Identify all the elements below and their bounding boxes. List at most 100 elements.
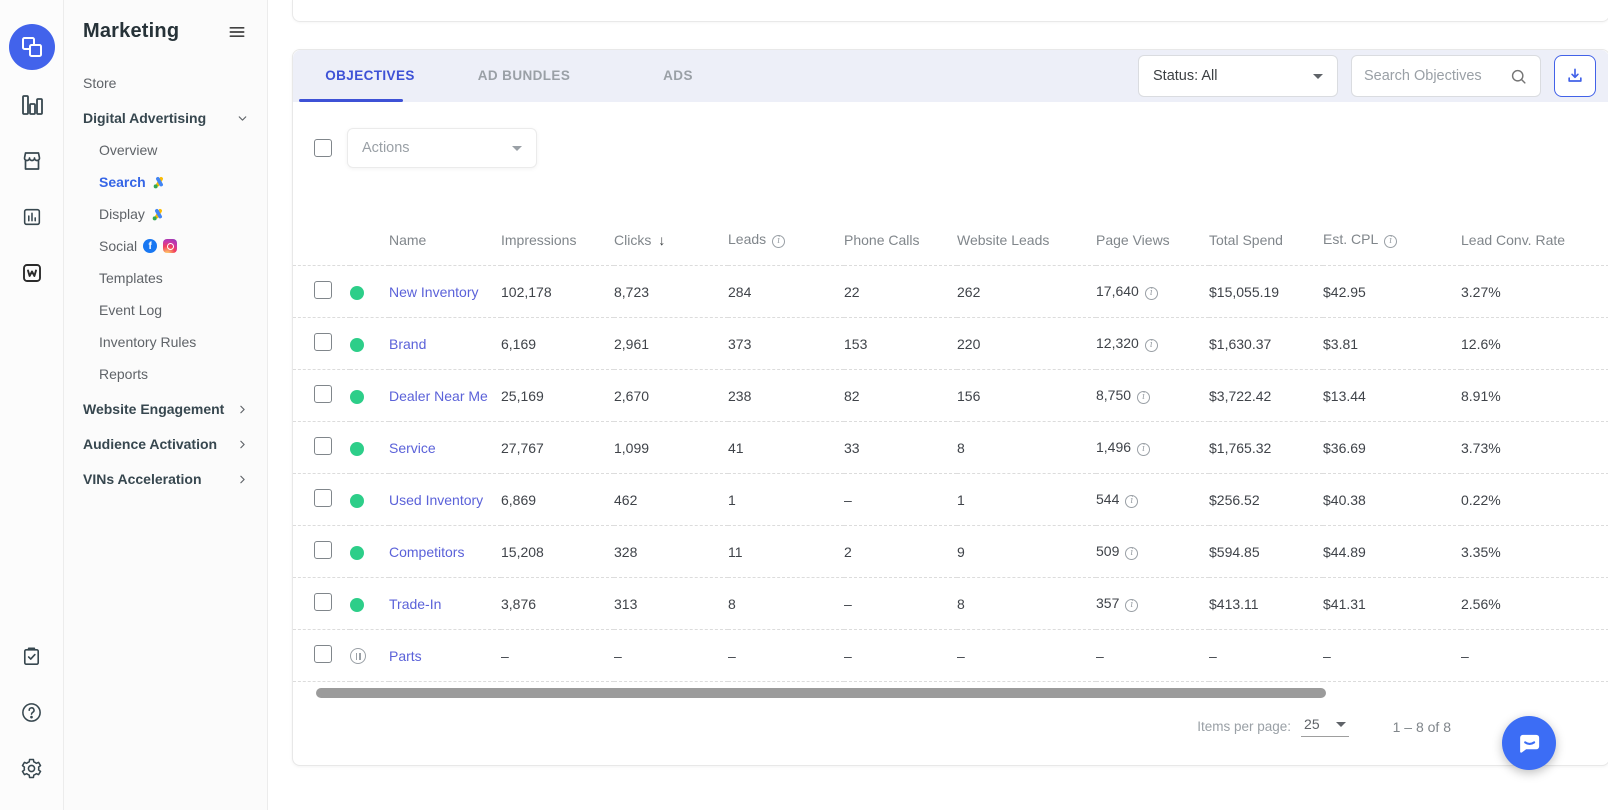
app-logo[interactable] (9, 24, 55, 70)
chat-launcher-button[interactable] (1502, 716, 1556, 770)
row-checkbox[interactable] (314, 385, 332, 403)
sidebar-item-display[interactable]: Display (64, 198, 267, 230)
table-row: Service27,7671,099413381,496i$1,765.32$3… (293, 422, 1608, 474)
sidebar-header: Marketing (64, 0, 267, 43)
sidebar-item-overview[interactable]: Overview (64, 134, 267, 166)
settings-icon[interactable] (19, 755, 45, 781)
row-checkbox[interactable] (314, 593, 332, 611)
status-paused-icon (350, 648, 366, 664)
content-widget-icon[interactable] (19, 260, 45, 286)
tab-objectives[interactable]: OBJECTIVES (293, 50, 447, 102)
sidebar-item-label: Reports (99, 366, 148, 382)
sidebar-item-label: VINs Acceleration (83, 471, 230, 487)
objective-name-link[interactable]: Brand (389, 336, 426, 352)
table-row: Used Inventory6,8694621–1544i$256.52$40.… (293, 474, 1608, 526)
table-row: New Inventory102,1788,7232842226217,640i… (293, 266, 1608, 318)
caret-down-icon (512, 146, 522, 151)
sidebar-item-label: Event Log (99, 302, 162, 318)
sidebar-item-templates[interactable]: Templates (64, 262, 267, 294)
tasks-icon[interactable] (19, 643, 45, 669)
objective-name-link[interactable]: Competitors (389, 544, 464, 560)
help-icon[interactable] (19, 699, 45, 725)
status-active-icon (350, 286, 364, 300)
sidebar-item-inventory-rules[interactable]: Inventory Rules (64, 326, 267, 358)
scrollbar-thumb[interactable] (316, 688, 1326, 698)
chat-bubble-icon (1516, 730, 1543, 757)
row-checkbox[interactable] (314, 281, 332, 299)
tab-ads[interactable]: ADS (601, 50, 755, 102)
row-checkbox[interactable] (314, 333, 332, 351)
sidebar-item-website-engagement[interactable]: Website Engagement (64, 393, 267, 425)
sidebar-item-event-log[interactable]: Event Log (64, 294, 267, 326)
sidebar-item-reports[interactable]: Reports (64, 358, 267, 390)
select-all-checkbox[interactable] (314, 139, 332, 157)
info-icon[interactable]: i (1125, 547, 1138, 560)
actions-select[interactable]: Actions (347, 128, 537, 168)
analytics-icon[interactable] (19, 92, 45, 118)
google-ads-icon (151, 207, 166, 222)
status-active-icon (350, 338, 364, 352)
sidebar-item-vins-acceleration[interactable]: VINs Acceleration (64, 463, 267, 495)
chevron-right-icon (236, 438, 249, 451)
facebook-icon: f (143, 239, 157, 253)
column-header-website-leads[interactable]: Website Leads (957, 214, 1096, 266)
icon-rail (0, 0, 64, 810)
sidebar-item-label: Overview (99, 142, 157, 158)
menu-icon[interactable] (227, 22, 247, 42)
row-checkbox[interactable] (314, 437, 332, 455)
column-header-leads[interactable]: Leadsi (728, 214, 844, 266)
tab-list: OBJECTIVESAD BUNDLESADS (293, 50, 755, 102)
store-icon[interactable] (19, 148, 45, 174)
info-icon[interactable]: i (1125, 599, 1138, 612)
reports-icon[interactable] (19, 204, 45, 230)
sidebar-item-store[interactable]: Store (64, 67, 267, 99)
search-icon (1509, 67, 1528, 86)
row-checkbox[interactable] (314, 541, 332, 559)
sidebar-item-label: Social (99, 238, 137, 254)
horizontal-scrollbar[interactable] (316, 688, 1326, 698)
table-row: Dealer Near Me25,1692,670238821568,750i$… (293, 370, 1608, 422)
objective-name-link[interactable]: New Inventory (389, 284, 478, 300)
status-active-icon (350, 546, 364, 560)
filter-bar: Status: All (1138, 55, 1608, 97)
items-per-page-value: 25 (1304, 716, 1320, 732)
sidebar-item-audience-activation[interactable]: Audience Activation (64, 428, 267, 460)
status-filter-select[interactable]: Status: All (1138, 55, 1338, 97)
info-icon[interactable]: i (1137, 443, 1150, 456)
sidebar-item-social[interactable]: Socialf (64, 230, 267, 262)
objective-name-link[interactable]: Dealer Near Me (389, 388, 488, 404)
column-header-impressions[interactable]: Impressions (501, 214, 614, 266)
info-icon[interactable]: i (1145, 339, 1158, 352)
column-header-total-spend[interactable]: Total Spend (1209, 214, 1323, 266)
objectives-card: OBJECTIVESAD BUNDLESADS Status: All (292, 49, 1608, 766)
objective-name-link[interactable]: Used Inventory (389, 492, 483, 508)
search-input[interactable] (1364, 68, 1503, 84)
table-body: New Inventory102,1788,7232842226217,640i… (293, 266, 1608, 682)
info-icon[interactable]: i (1137, 391, 1150, 404)
objective-name-link[interactable]: Trade-In (389, 596, 441, 612)
column-header-est-cpl[interactable]: Est. CPLi (1323, 214, 1461, 266)
objective-name-link[interactable]: Service (389, 440, 436, 456)
objective-name-link[interactable]: Parts (389, 648, 422, 664)
column-header-lead-conv-rate[interactable]: Lead Conv. Rate (1461, 214, 1608, 266)
row-checkbox[interactable] (314, 489, 332, 507)
sidebar-item-label: Display (99, 206, 145, 222)
sidebar-item-digital-advertising[interactable]: Digital Advertising (64, 102, 267, 134)
info-icon[interactable]: i (772, 235, 785, 248)
sidebar-item-label: Store (83, 75, 116, 91)
items-per-page-select[interactable]: 25 (1301, 716, 1349, 737)
info-icon[interactable]: i (1384, 235, 1397, 248)
table-header-row: NameImpressionsClicks↓LeadsiPhone CallsW… (293, 214, 1608, 266)
info-icon[interactable]: i (1145, 287, 1158, 300)
column-header-clicks[interactable]: Clicks↓ (614, 214, 728, 266)
column-header-page-views[interactable]: Page Views (1096, 214, 1209, 266)
sidebar-item-search[interactable]: Search (64, 166, 267, 198)
chevron-right-icon (236, 403, 249, 416)
row-checkbox[interactable] (314, 645, 332, 663)
column-header-phone-calls[interactable]: Phone Calls (844, 214, 957, 266)
info-icon[interactable]: i (1125, 495, 1138, 508)
column-header-name[interactable]: Name (389, 214, 501, 266)
download-icon (1565, 66, 1585, 86)
tab-ad-bundles[interactable]: AD BUNDLES (447, 50, 601, 102)
download-button[interactable] (1554, 55, 1596, 97)
